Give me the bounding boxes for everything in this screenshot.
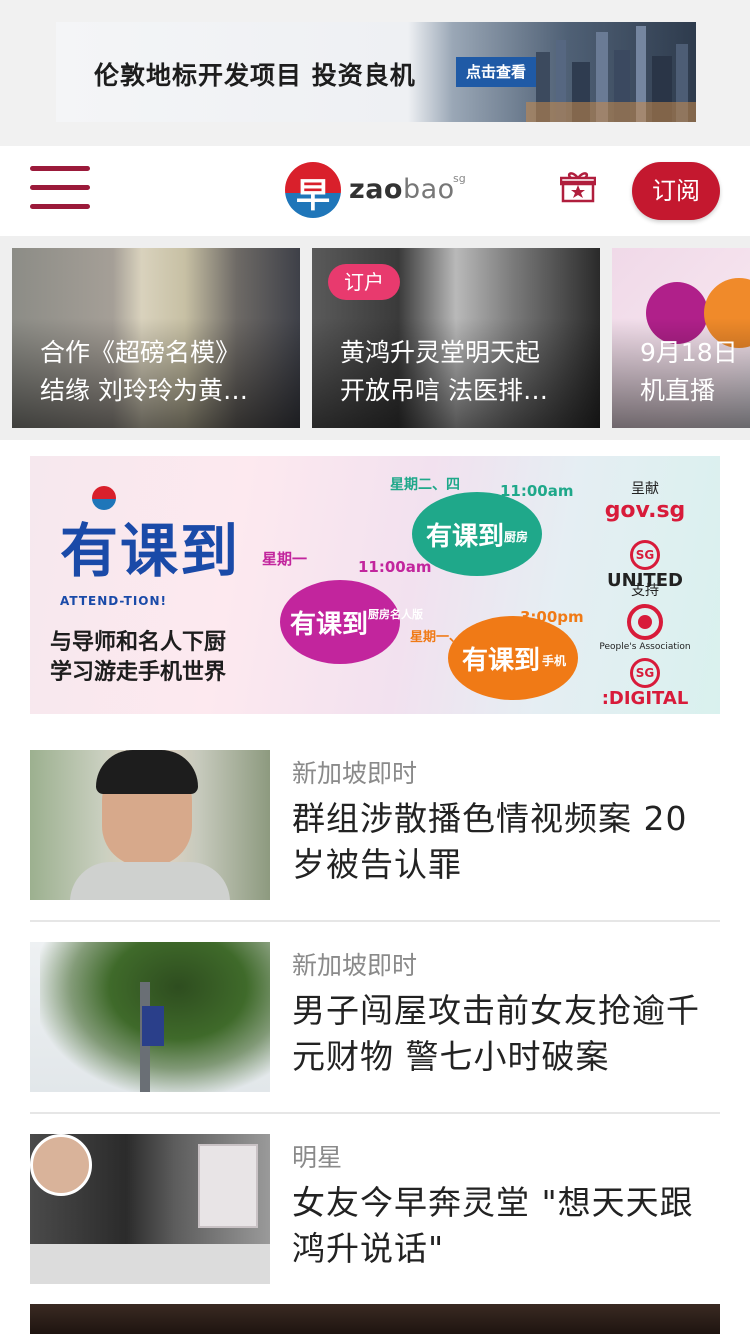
caption-line-1: 合作《超磅名模》 [40,338,241,367]
blob-2-sub: 厨房 [504,530,529,544]
promo-brand-text: 有课到 [60,517,241,585]
logo-word-bold: zao [349,174,403,205]
news-category: 新加坡即时 [292,951,418,980]
ad-cta-button[interactable]: 点击查看 [456,57,537,87]
news-item[interactable]: 明星 女友今早奔灵堂 "想天天跟鸿升说话" [30,1134,720,1306]
blob-2-day: 星期二、四 [390,477,460,493]
promo-line-1: 与导师和名人下厨 [50,630,227,655]
caption-line-1: 9月18日 [640,338,738,367]
pa-label: People's Association [599,642,691,652]
top-ad-area: 伦敦地标开发项目 投资良机 点击查看 [0,0,750,146]
carousel-card-caption: 9月18日 机直播 [640,334,750,410]
logo-wordmark: zaobao [349,174,455,205]
pa-emblem-icon [627,604,663,640]
logo-sg-suffix: sg [453,172,466,185]
supported-by-label: 支持 [631,583,659,599]
person-shirt [70,862,230,900]
blob-1-sub: 厨房名人版 [368,608,423,621]
class-kitchen-celebrity: 有课到 [280,580,400,664]
news-thumbnail [30,750,270,900]
news-title: 群组涉散播色情视频案 20岁被告认罪 [292,799,688,884]
blob-label: 有课到 [426,522,505,552]
gift-icon[interactable] [559,170,597,204]
caption-line-2: 结缘 刘玲玲为黄… [40,376,248,405]
presented-by-label: 呈献 [631,481,659,497]
news-title: 男子闯屋攻击前女友抢逾千元财物 警七小时破案 [292,991,700,1076]
logo-word-light: bao [402,174,455,205]
blob-label: 有课到 [290,610,369,640]
pa-logo [590,602,700,646]
carousel-card-caption: 合作《超磅名模》 结缘 刘玲玲为黄… [40,334,286,410]
divider [30,920,720,922]
headline-carousel[interactable]: 合作《超磅名模》 结缘 刘玲玲为黄… 订户 黄鸿升灵堂明天起 开放吊唁 法医排…… [0,236,750,440]
sg-digital-logo: SG :DIGITAL [590,658,700,709]
sg-circle-icon: SG [630,658,660,688]
carousel-card[interactable]: 9月18日 机直播 [612,248,750,428]
promo-brand-sub: ATTEND-TION! [60,594,168,608]
site-header: 早 zaobao sg 订阅 [0,146,750,236]
ad-headline: 伦敦地标开发项目 投资良机 [94,61,416,90]
caption-line-1: 黄鸿升灵堂明天起 [340,338,541,367]
blob-1-day: 星期一 [262,550,308,568]
zaobao-logo[interactable]: 早 zaobao sg [285,162,475,218]
news-category: 新加坡即时 [292,759,418,788]
inset-avatar [30,1134,92,1196]
caption-line-2: 机直播 [640,376,716,405]
promo-banner[interactable]: 有课到 ATTEND-TION! 与导师和名人下厨 学习游走手机世界 有课到 星… [30,456,720,714]
skyline-image [526,26,696,122]
sg-circle-icon: SG [630,540,660,570]
top-ad-banner[interactable]: 伦敦地标开发项目 投资良机 点击查看 [56,22,696,122]
police-sign [142,1006,164,1046]
gov-sg-logo: gov.sg [604,498,686,523]
next-news-image[interactable] [30,1304,720,1334]
carousel-card-caption: 黄鸿升灵堂明天起 开放吊唁 法医排… [340,334,586,410]
sg-digital-text: :DIGITAL [601,688,689,709]
hamburger-menu-icon[interactable] [30,166,90,210]
news-item[interactable]: 新加坡即时 群组涉散播色情视频案 20岁被告认罪 [30,750,720,922]
blob-2-time: 11:00am [500,482,574,500]
carousel-card[interactable]: 订户 黄鸿升灵堂明天起 开放吊唁 法医排… [312,248,600,428]
subscriber-badge: 订户 [328,264,400,300]
blob-3-time: 3:00pm [520,608,584,626]
memorial-portrait [198,1144,258,1228]
promo-brand: 有课到 ATTEND-TION! [60,504,240,608]
promo-line-2: 学习游走手机世界 [50,660,227,685]
logo-char: 早 [296,176,330,216]
blob-3-sub: 手机 [542,654,567,668]
carousel-card[interactable]: 合作《超磅名模》 结缘 刘玲玲为黄… [12,248,300,428]
flowers-area [30,1244,270,1284]
subscribe-button[interactable]: 订阅 [632,162,720,220]
divider [30,1112,720,1114]
news-thumbnail [30,1134,270,1284]
blob-label: 有课到 [462,646,541,676]
news-title: 女友今早奔灵堂 "想天天跟鸿升说话" [292,1183,694,1268]
logo-emblem: 早 [285,162,341,218]
news-item[interactable]: 新加坡即时 男子闯屋攻击前女友抢逾千元财物 警七小时破案 [30,942,720,1114]
news-category: 明星 [292,1143,343,1172]
person-hair [96,750,198,794]
caption-line-2: 开放吊唁 法医排… [340,376,548,405]
blob-1-time: 11:00am [358,558,432,576]
blob-3-day: 星期一、三、五 [410,630,502,645]
news-thumbnail [30,942,270,1092]
